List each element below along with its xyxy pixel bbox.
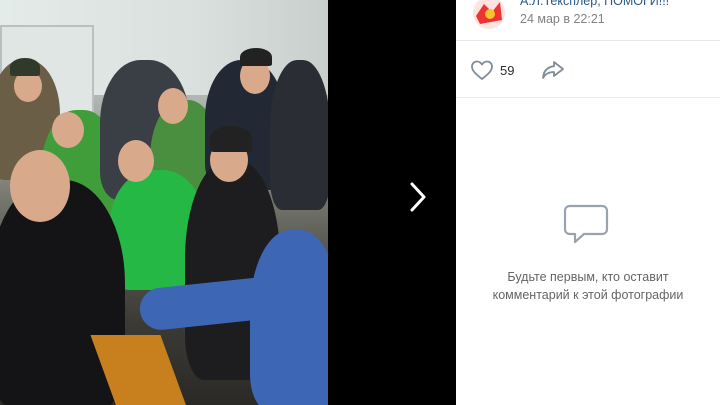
post-photo[interactable] (0, 0, 328, 405)
photo-face (52, 112, 84, 148)
author-avatar[interactable] (470, 0, 508, 32)
photo-face (158, 88, 188, 124)
heart-icon (471, 60, 493, 80)
like-button[interactable]: 59 (470, 58, 514, 82)
share-button[interactable] (540, 57, 566, 83)
info-panel: А.Л.Тексплер, ПОМОГИ!!! 24 мар в 22:21 5… (456, 0, 720, 405)
post-header: А.Л.Тексплер, ПОМОГИ!!! 24 мар в 22:21 (456, 0, 720, 41)
post-date[interactable]: 24 мар в 22:21 (520, 12, 605, 26)
photo-face (118, 140, 154, 182)
next-photo-button[interactable] (404, 180, 432, 214)
photo-person (270, 60, 328, 210)
comments-empty-line1: Будьте первым, кто оставит (507, 270, 669, 284)
avatar-icon (473, 0, 505, 29)
comments-empty-state: Будьте первым, кто оставит комментарий к… (456, 200, 720, 304)
photo-hat (10, 58, 40, 76)
comments-empty-line2: комментарий к этой фотографии (492, 288, 684, 302)
share-arrow-icon (542, 61, 564, 79)
chevron-right-icon (410, 182, 426, 212)
photo-hat (210, 126, 252, 152)
comment-bubbles-icon (563, 204, 609, 244)
comments-empty-text: Будьте первым, кто оставит комментарий к… (456, 268, 720, 304)
post-actions: 59 (456, 41, 720, 98)
photo-viewer (0, 0, 456, 405)
like-count: 59 (500, 62, 515, 78)
author-name[interactable]: А.Л.Тексплер, ПОМОГИ!!! (520, 0, 669, 8)
photo-hat (240, 48, 272, 66)
photo-face (10, 150, 70, 222)
